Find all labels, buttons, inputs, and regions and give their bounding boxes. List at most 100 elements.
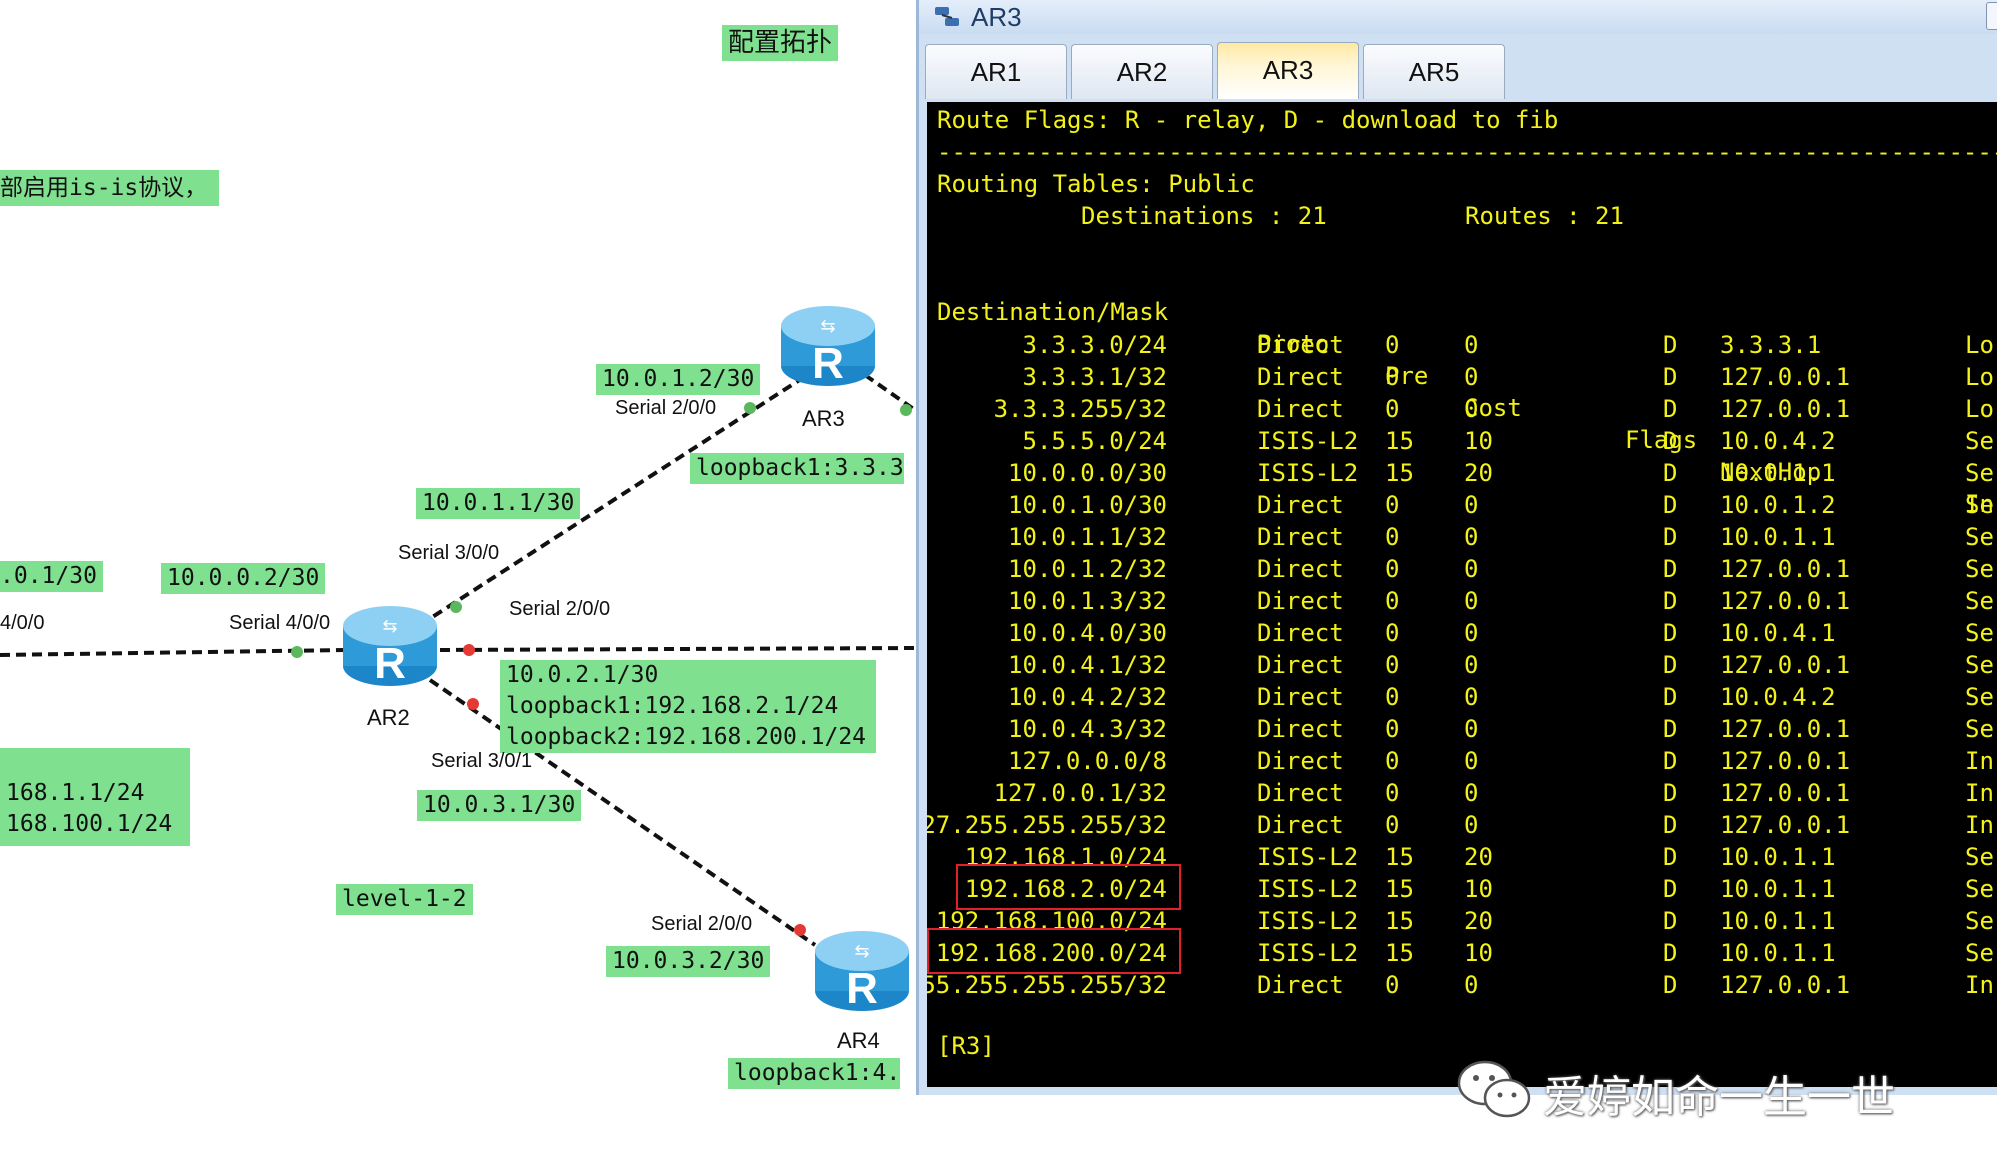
cell-nexthop: 127.0.0.1 [1720,779,1851,807]
cell-cost: 0 [1464,971,1479,999]
route-flags-line: Route Flags: R - relay, D - download to … [937,106,1559,134]
router-ar4-label: AR4 [837,1028,880,1053]
ar2-info-line: loopback1:192.168.2.1/24 [506,693,839,719]
cell-flags: D [1663,939,1678,967]
table-header-row: Destination/Mask Proto Pre Cost Flags Ne… [927,264,1997,518]
left-port-label: 4/0/0 [0,612,45,634]
cell-proto: Direct [1257,363,1344,391]
cell-nexthop: 10.0.1.1 [1720,843,1836,871]
table-row: 10.0.4.1/32 Direct 0 0 D 127.0.0.1 Se [927,648,1997,680]
cell-proto: Direct [1257,331,1344,359]
cell-iface: Se [1965,459,1994,487]
cell-iface: Se [1965,619,1994,647]
cell-pre: 15 [1385,843,1414,871]
topology-heading: 配置拓扑 [722,25,839,61]
topology-diagram: ⇆ R ⇆ R ⇆ R 配置拓扑 部启用is-is协议， AR3 AR2 AR4… [0,0,920,1176]
console-output[interactable]: Route Flags: R - relay, D - download to … [927,102,1997,1087]
table-row: 255.255.255.255/32 Direct 0 0 D 127.0.0.1 In [927,968,1997,1000]
ar2-s301-port-label: Serial 3/0/1 [431,750,533,772]
cell-destination: 10.0.1.2/32 [1008,555,1167,583]
cell-flags: D [1663,907,1678,935]
cell-iface: Se [1965,555,1994,583]
tab-ar1[interactable]: AR1 [925,44,1067,99]
cell-iface: In [1965,971,1994,999]
cell-nexthop: 127.0.0.1 [1720,971,1851,999]
header-destination: Destination/Mask [937,298,1169,326]
router-ar3-icon[interactable]: ⇆ R [778,300,878,390]
app-icon [935,7,959,26]
cell-proto: ISIS-L2 [1257,427,1359,455]
cell-flags: D [1663,619,1678,647]
cell-pre: 15 [1385,939,1414,967]
cell-cost: 0 [1464,523,1479,551]
cell-pre: 0 [1385,683,1400,711]
cell-iface: Se [1965,939,1994,967]
cell-cost: 0 [1464,683,1479,711]
cell-pre: 0 [1385,523,1400,551]
svg-text:⇆: ⇆ [382,616,397,637]
cell-iface: Se [1965,715,1994,743]
ar4-ip-label: 10.0.3.2/30 [606,946,771,977]
table-row: 192.168.2.0/24 ISIS-L2 15 10 D 10.0.1.1 Se [927,864,1997,910]
cell-iface: Se [1965,491,1994,519]
ar2-info-box: 10.0.2.1/30 loopback1:192.168.2.1/24 loo… [500,660,877,753]
tab-ar3[interactable]: AR3 [1217,42,1359,99]
cell-nexthop: 127.0.0.1 [1720,395,1851,423]
cell-flags: D [1663,459,1678,487]
ar3-ip-label: 10.0.1.2/30 [596,364,761,395]
cell-pre: 0 [1385,587,1400,615]
terminal-window[interactable]: AR3 AR1 AR2 AR3 AR5 Route Flags: R - rel… [916,0,1997,1095]
cell-nexthop: 10.0.1.1 [1720,939,1836,967]
router-ar2-icon[interactable]: ⇆ R [340,600,440,690]
cell-iface: Se [1965,651,1994,679]
cell-flags: D [1663,523,1678,551]
window-restore-button[interactable] [1986,2,1997,30]
tab-ar2[interactable]: AR2 [1071,44,1213,99]
cell-pre: 0 [1385,811,1400,839]
cell-destination: 10.0.1.1/32 [1008,523,1167,551]
cli-prompt[interactable]: [R3] [937,1030,995,1062]
cell-proto: Direct [1257,491,1344,519]
cell-destination: 10.0.4.3/32 [1008,715,1167,743]
cell-cost: 0 [1464,555,1479,583]
cell-flags: D [1663,971,1678,999]
cell-destination: 3.3.3.1/32 [1022,363,1168,391]
table-row: 10.0.1.0/30 Direct 0 0 D 10.0.1.2 Se [927,488,1997,520]
ar1-info-box: 168.1.1/24 168.100.1/24 [0,748,190,846]
cell-flags: D [1663,747,1678,775]
cell-proto: Direct [1257,587,1344,615]
window-title-bar[interactable]: AR3 [919,0,1997,34]
cell-destination: 3.3.3.0/24 [1022,331,1168,359]
table-row: 10.0.4.3/32 Direct 0 0 D 127.0.0.1 Se [927,712,1997,744]
ar2-s4-port-label: Serial 4/0/0 [229,612,331,634]
separator-line: ----------------------------------------… [937,138,1997,166]
table-row: 3.3.3.1/32 Direct 0 0 D 127.0.0.1 Lo [927,360,1997,392]
cell-proto: Direct [1257,651,1344,679]
router-ar4-icon[interactable]: ⇆ R [812,925,912,1015]
routes-count: Routes : 21 [1465,202,1624,230]
cell-pre: 0 [1385,779,1400,807]
table-row: 127.0.0.0/8 Direct 0 0 D 127.0.0.1 In [927,744,1997,776]
cell-iface: Se [1965,523,1994,551]
cell-flags: D [1663,779,1678,807]
level-label: level-1-2 [336,884,473,915]
table-row: 10.0.4.2/32 Direct 0 0 D 10.0.4.2 Se [927,680,1997,712]
cell-nexthop: 127.0.0.1 [1720,747,1851,775]
cell-iface: In [1965,779,1994,807]
watermark-text: 爱婷如命一生一世 [1543,1072,1895,1123]
cell-proto: Direct [1257,747,1344,775]
cell-flags: D [1663,811,1678,839]
cell-nexthop: 10.0.1.1 [1720,523,1836,551]
tab-ar5[interactable]: AR5 [1363,44,1505,99]
cell-flags: D [1663,875,1678,903]
cell-flags: D [1663,683,1678,711]
svg-text:R: R [374,639,406,688]
left-ip-label: .0.1/30 [0,561,103,592]
cell-cost: 0 [1464,811,1479,839]
port-dot-ar2-s301 [467,698,479,710]
cell-pre: 0 [1385,619,1400,647]
cell-destination: 10.0.0.0/30 [1008,459,1167,487]
cell-proto: ISIS-L2 [1257,843,1359,871]
cell-proto: ISIS-L2 [1257,875,1359,903]
cell-pre: 15 [1385,875,1414,903]
